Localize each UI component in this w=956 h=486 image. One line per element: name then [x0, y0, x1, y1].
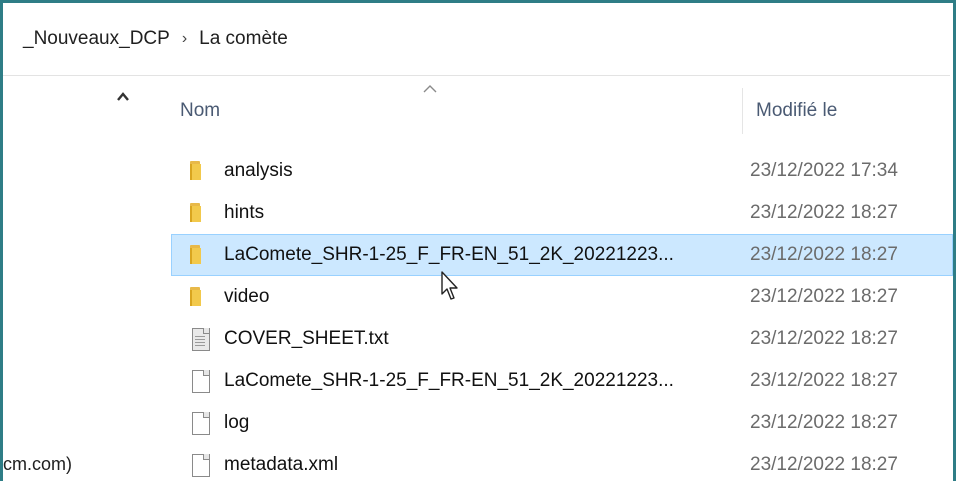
- navigation-pane: [3, 76, 153, 481]
- file-modified-date: 23/12/2022 18:27: [750, 328, 898, 349]
- file-modified-date: 23/12/2022 18:27: [750, 202, 898, 223]
- address-bar[interactable]: _Nouveaux_DCP › La comète: [3, 3, 950, 76]
- file-row[interactable]: log 23/12/2022 18:27: [172, 402, 952, 444]
- file-list: analysis 23/12/2022 17:34 hints 23/12/2022 …: [171, 150, 953, 486]
- column-divider[interactable]: [742, 88, 743, 134]
- column-headers: Nom Modifié le: [172, 84, 952, 136]
- column-header-name[interactable]: Nom: [180, 100, 220, 122]
- file-name: analysis: [224, 160, 293, 181]
- folder-row[interactable]: analysis 23/12/2022 17:34: [172, 150, 952, 192]
- folder-icon: [188, 285, 212, 309]
- file-row[interactable]: metadata.xml 23/12/2022 18:27: [172, 444, 952, 486]
- folder-icon: [188, 201, 212, 225]
- folder-row[interactable]: LaComete_SHR-1-25_F_FR-EN_51_2K_20221223…: [171, 234, 953, 276]
- sort-ascending-icon: [423, 85, 437, 93]
- folder-icon: [188, 243, 212, 267]
- file-name: hints: [224, 202, 265, 223]
- file-icon: [188, 411, 212, 435]
- file-name: COVER_SHEET.txt: [224, 328, 389, 349]
- file-modified-date: 23/12/2022 18:27: [750, 244, 898, 265]
- file-modified-date: 23/12/2022 18:27: [750, 412, 898, 433]
- text-file-icon: [188, 327, 212, 351]
- file-modified-date: 23/12/2022 18:27: [750, 454, 898, 475]
- file-name: video: [224, 286, 270, 307]
- breadcrumb-current[interactable]: La comète: [199, 28, 288, 50]
- file-icon: [188, 453, 212, 477]
- breadcrumb-parent[interactable]: _Nouveaux_DCP: [3, 28, 170, 50]
- file-row[interactable]: COVER_SHEET.txt 23/12/2022 18:27: [172, 318, 952, 360]
- folder-icon: [188, 159, 212, 183]
- file-modified-date: 23/12/2022 17:34: [750, 160, 898, 181]
- column-header-modified[interactable]: Modifié le: [756, 100, 837, 122]
- breadcrumb-separator-icon[interactable]: ›: [182, 30, 187, 48]
- nav-item-label[interactable]: cm.com): [3, 454, 72, 475]
- folder-row[interactable]: video 23/12/2022 18:27: [172, 276, 952, 318]
- file-modified-date: 23/12/2022 18:27: [750, 370, 898, 391]
- file-row[interactable]: LaComete_SHR-1-25_F_FR-EN_51_2K_20221223…: [172, 360, 952, 402]
- folder-row[interactable]: hints 23/12/2022 18:27: [172, 192, 952, 234]
- file-icon: [188, 369, 212, 393]
- file-name: LaComete_SHR-1-25_F_FR-EN_51_2K_20221223…: [224, 370, 674, 391]
- file-modified-date: 23/12/2022 18:27: [750, 286, 898, 307]
- file-name: metadata.xml: [224, 454, 339, 475]
- scroll-up-icon[interactable]: [116, 90, 130, 104]
- file-name: log: [224, 412, 250, 433]
- file-name: LaComete_SHR-1-25_F_FR-EN_51_2K_20221223…: [224, 244, 674, 265]
- mouse-cursor-icon: [441, 271, 458, 300]
